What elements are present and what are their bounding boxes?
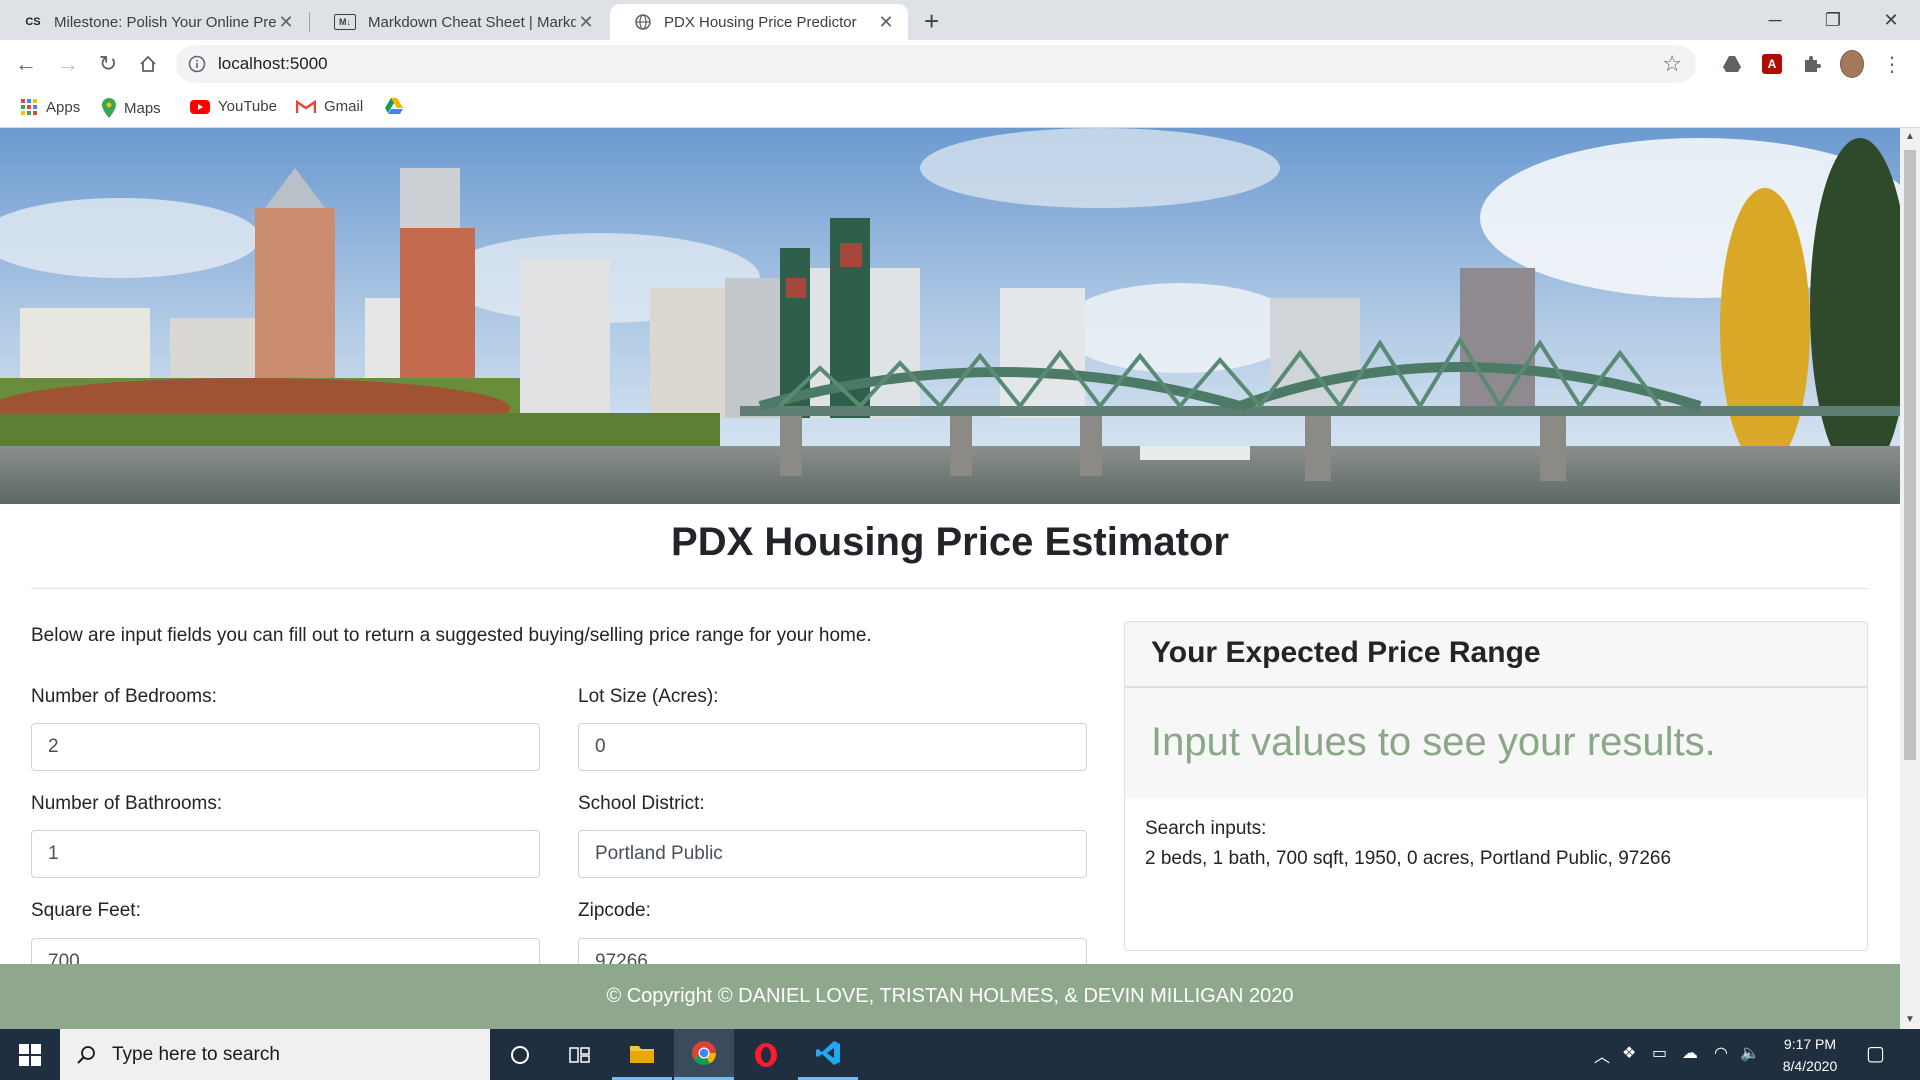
close-tab-icon[interactable]: ✕ xyxy=(876,12,896,33)
restore-icon[interactable]: ❐ xyxy=(1804,4,1862,36)
tab-strip: CS Milestone: Polish Your Online Pre ✕ M… xyxy=(0,0,1920,40)
file-explorer-icon[interactable] xyxy=(612,1029,672,1080)
portland-skyline-banner xyxy=(0,128,1900,504)
tab-pdx-housing[interactable]: PDX Housing Price Predictor ✕ xyxy=(610,4,908,40)
taskbar-search-box[interactable]: Type here to search xyxy=(60,1029,490,1080)
youtube-icon xyxy=(190,99,210,114)
system-clock[interactable]: 9:17 PM 8/4/2020 xyxy=(1760,1033,1860,1077)
bookmark-label: Apps xyxy=(46,98,81,116)
price-range-card: Your Expected Price Range Input values t… xyxy=(1124,621,1868,951)
bedrooms-input[interactable]: 2 xyxy=(31,723,540,771)
show-hidden-icons-icon[interactable]: ︿ xyxy=(1594,1043,1610,1067)
close-window-icon[interactable]: ✕ xyxy=(1862,4,1920,36)
bookmarks-bar: Apps Maps YouTube Gmail xyxy=(0,88,1920,128)
footer: © Copyright © DANIEL LOVE, TRISTAN HOLME… xyxy=(0,964,1900,1029)
school-district-label: School District: xyxy=(578,793,705,814)
home-icon[interactable] xyxy=(132,48,164,80)
notifications-icon[interactable]: ▢ xyxy=(1866,1041,1885,1066)
windows-taskbar: Type here to search ︿ ❖ ▭ ☁ ◠ 🔈 9:17 PM … xyxy=(0,1029,1920,1080)
search-icon xyxy=(76,1045,96,1065)
browser-toolbar: ← → ↻ localhost:5000 ☆ A ⋮ xyxy=(0,40,1920,88)
new-tab-button[interactable]: + xyxy=(924,6,939,37)
task-view-icon[interactable] xyxy=(550,1029,610,1080)
volume-icon[interactable]: 🔈 xyxy=(1740,1043,1760,1063)
results-message: Input values to see your results. xyxy=(1151,720,1716,764)
tab-milestone[interactable]: CS Milestone: Polish Your Online Pre ✕ xyxy=(0,4,308,40)
search-inputs-values: 2 beds, 1 bath, 700 sqft, 1950, 0 acres,… xyxy=(1145,848,1672,869)
intro-text: Below are input fields you can fill out … xyxy=(31,625,872,646)
reload-icon[interactable]: ↻ xyxy=(92,48,124,80)
tab-label: Milestone: Polish Your Online Pre xyxy=(54,13,276,31)
cortana-icon[interactable] xyxy=(490,1029,550,1080)
page-scrollbar[interactable]: ▲ ▼ xyxy=(1900,128,1920,1029)
google-drive-icon xyxy=(384,98,404,116)
bookmark-label: YouTube xyxy=(218,98,277,115)
scroll-down-icon[interactable]: ▼ xyxy=(1900,1011,1920,1029)
url-text[interactable]: localhost:5000 xyxy=(218,54,328,74)
bookmark-youtube[interactable]: YouTube xyxy=(190,98,277,115)
tab-label: Markdown Cheat Sheet | Markdo xyxy=(368,13,576,31)
back-icon[interactable]: ← xyxy=(10,48,42,80)
close-tab-icon[interactable]: ✕ xyxy=(576,12,596,33)
bookmark-star-icon[interactable]: ☆ xyxy=(1662,51,1682,77)
globe-icon xyxy=(634,13,652,31)
lot-size-input[interactable]: 0 xyxy=(578,723,1087,771)
bookmark-drive[interactable] xyxy=(384,98,412,116)
minimize-icon[interactable]: ─ xyxy=(1746,4,1804,36)
gmail-icon xyxy=(296,99,316,114)
clock-date: 8/4/2020 xyxy=(1782,1058,1838,1074)
close-tab-icon[interactable]: ✕ xyxy=(276,12,296,33)
bedrooms-label: Number of Bedrooms: xyxy=(31,686,217,707)
bookmark-gmail[interactable]: Gmail xyxy=(296,98,363,115)
forward-icon[interactable]: → xyxy=(52,48,84,80)
search-inputs-label: Search inputs: xyxy=(1145,818,1267,839)
windows-start-icon[interactable] xyxy=(0,1029,60,1080)
vscode-icon[interactable] xyxy=(798,1029,858,1080)
dropbox-icon[interactable]: ❖ xyxy=(1622,1043,1636,1063)
bookmark-maps[interactable]: Maps xyxy=(102,98,161,118)
divider xyxy=(31,588,1868,589)
wifi-icon[interactable]: ◠ xyxy=(1714,1043,1728,1063)
taskbar-search-placeholder: Type here to search xyxy=(112,1043,280,1065)
opera-icon[interactable] xyxy=(736,1029,796,1080)
bookmark-apps[interactable]: Apps xyxy=(20,98,80,116)
lot-size-label: Lot Size (Acres): xyxy=(578,686,719,707)
maps-pin-icon xyxy=(102,98,116,118)
card-title: Your Expected Price Range xyxy=(1151,636,1541,669)
page-viewport: PDX Housing Price Estimator Below are in… xyxy=(0,128,1900,1029)
scroll-up-icon[interactable]: ▲ xyxy=(1900,128,1920,146)
sqft-label: Square Feet: xyxy=(31,900,141,921)
profile-avatar[interactable] xyxy=(1840,50,1864,78)
tab-markdown[interactable]: M↓ Markdown Cheat Sheet | Markdo ✕ xyxy=(310,4,608,40)
markdown-icon: M↓ xyxy=(334,14,356,30)
scroll-thumb[interactable] xyxy=(1904,150,1916,760)
tab-label: PDX Housing Price Predictor xyxy=(664,13,857,31)
codesignal-icon: CS xyxy=(25,16,41,28)
acrobat-icon[interactable]: A xyxy=(1760,52,1784,76)
school-district-input[interactable]: Portland Public xyxy=(578,830,1087,878)
bookmark-label: Gmail xyxy=(324,98,364,115)
drive-icon[interactable] xyxy=(1720,52,1744,76)
info-icon[interactable] xyxy=(188,55,206,78)
clock-time: 9:17 PM xyxy=(1783,1036,1837,1052)
menu-kebab-icon[interactable]: ⋮ xyxy=(1880,52,1904,76)
apps-grid-icon xyxy=(20,98,38,116)
bathrooms-input[interactable]: 1 xyxy=(31,830,540,878)
extensions-icon[interactable] xyxy=(1800,52,1824,76)
page-title: PDX Housing Price Estimator xyxy=(671,520,1229,564)
chrome-icon[interactable] xyxy=(674,1029,734,1080)
address-bar[interactable]: localhost:5000 ☆ xyxy=(176,45,1696,83)
zipcode-label: Zipcode: xyxy=(578,900,651,921)
battery-icon[interactable]: ▭ xyxy=(1652,1043,1667,1063)
onedrive-icon[interactable]: ☁ xyxy=(1682,1043,1698,1063)
bathrooms-label: Number of Bathrooms: xyxy=(31,793,223,814)
bookmark-label: Maps xyxy=(124,99,161,117)
